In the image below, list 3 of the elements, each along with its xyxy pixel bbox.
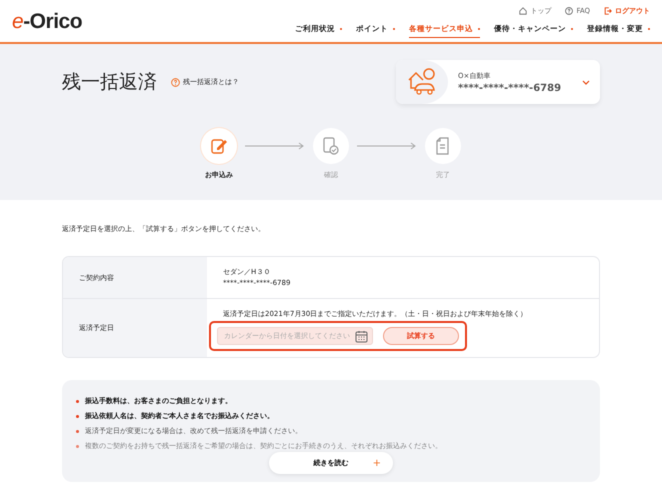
page-title: 残一括返済 [62, 70, 157, 95]
eorico-logo[interactable]: e-Orico [12, 10, 82, 42]
contract-number: ****-****-****-6789 [458, 82, 562, 94]
